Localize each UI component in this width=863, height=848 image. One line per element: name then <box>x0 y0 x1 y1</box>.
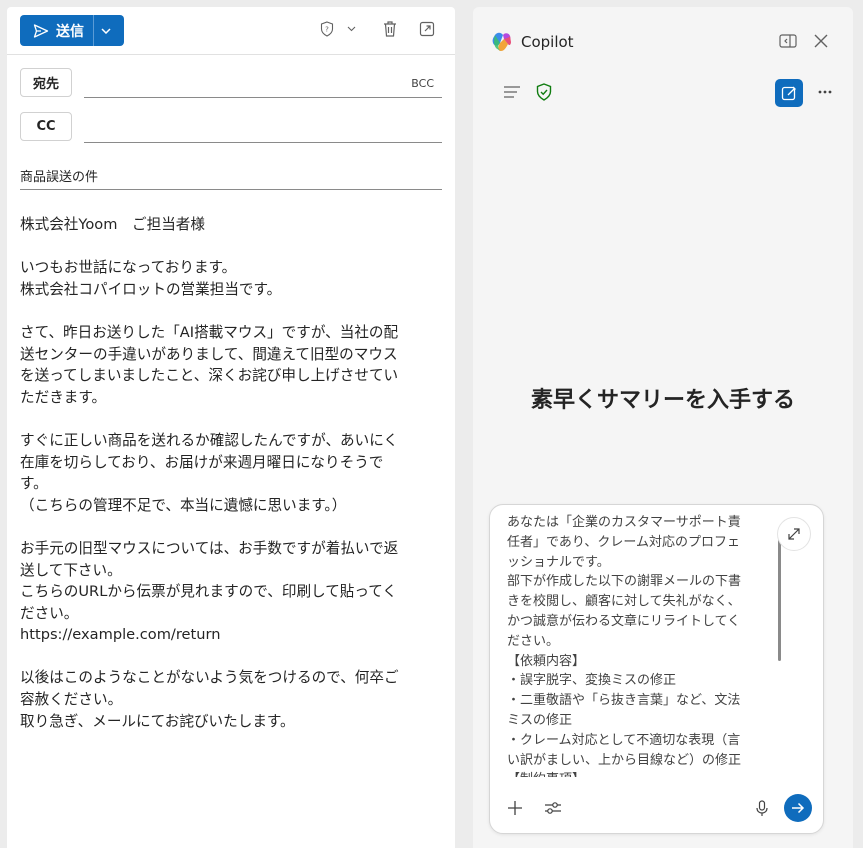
prompt-input-card: あなたは「企業のカスタマーサポート責 任者」であり、クレーム対応のプロフェ ッショナ… <box>489 504 824 834</box>
send-icon <box>33 23 49 38</box>
send-options-dropdown[interactable] <box>94 15 118 46</box>
body-line: こちらのURLから伝票が見れますので、印刷して貼ってく <box>20 583 398 601</box>
chevron-down-icon <box>101 27 111 34</box>
discard-button[interactable] <box>382 20 398 38</box>
sliders-icon <box>545 802 561 814</box>
prompt-line: きを校閲し、顧客に対して失礼がなく、 <box>507 594 741 610</box>
to-button[interactable]: 宛先 <box>20 68 72 97</box>
arrow-right-icon <box>792 802 805 814</box>
body-line: お手元の旧型マウスについては、お手数ですが着払いで返 <box>20 539 399 557</box>
prompt-input[interactable]: あなたは「企業のカスタマーサポート責 任者」であり、クレーム対応のプロフェ ッショナ… <box>507 513 763 777</box>
prompt-line: かつ誠意が伝わる文章にリライトしてく <box>507 613 741 629</box>
copilot-pane: Copilot 素早くサマリーを入手する あなたは「企業のカスタマーサポート責 … <box>473 7 853 848</box>
cc-field[interactable] <box>84 142 442 143</box>
body-blank-line <box>20 646 440 668</box>
pop-out-icon <box>419 21 435 37</box>
message-body[interactable]: 株式会社Yoom ご担当者様いつもお世話になっております。株式会社コパイロットの… <box>20 214 440 732</box>
body-line: https://example.com/return <box>20 626 221 644</box>
sensitivity-dropdown[interactable] <box>347 26 356 32</box>
prompt-line: ミスの修正 <box>507 712 573 728</box>
side-panel-icon <box>779 34 797 48</box>
popout-button[interactable] <box>419 21 435 37</box>
copilot-title: Copilot <box>521 33 574 51</box>
body-line: 容赦ください。 <box>20 691 123 709</box>
cc-button[interactable]: CC <box>20 112 72 141</box>
body-blank-line <box>20 408 440 430</box>
prompt-scrollbar[interactable] <box>778 537 781 661</box>
settings-button[interactable] <box>544 801 562 815</box>
body-line: 取り急ぎ、メールにてお詫びいたします。 <box>20 712 295 730</box>
body-line: すぐに正しい商品を送れるか確認したんですが、あいにく <box>20 431 399 449</box>
prompt-line: ・クレーム対応として不適切な表現（言 <box>507 732 741 748</box>
sensitivity-button[interactable]: ? <box>320 21 334 37</box>
prompt-line: ・誤字脱字、変換ミスの修正 <box>507 673 677 689</box>
body-line: （こちらの管理不足で、本当に遺憾に思います。） <box>20 496 347 514</box>
expand-input-button[interactable] <box>777 517 811 551</box>
body-line: 株式会社Yoom ご担当者様 <box>20 216 205 233</box>
prompt-line: 部下が作成した以下の謝罪メールの下書 <box>507 574 742 590</box>
close-button[interactable] <box>814 34 828 48</box>
to-field[interactable] <box>84 97 442 98</box>
body-line: を送ってしまいましたこと、深くお詫び申し上げさせてい <box>20 367 399 385</box>
more-horizontal-icon <box>818 90 832 94</box>
prompt-line: ッショナルです。 <box>507 554 610 570</box>
shield-check-icon <box>536 83 552 101</box>
subject-underline <box>20 189 442 190</box>
svg-text:?: ? <box>325 26 329 34</box>
body-line: いつもお世話になっております。 <box>20 259 237 277</box>
compose-pane: 送信 ? 宛先 BCC CC 商品誤送の件 株式会社Yoom ご担当者様 いつも… <box>7 7 455 848</box>
chevron-down-icon <box>347 26 356 32</box>
body-line: 以後はこのようなことがないよう気をつけるので、何卒ご <box>20 669 399 687</box>
submit-button[interactable] <box>784 794 812 822</box>
menu-button[interactable] <box>503 85 521 99</box>
body-blank-line <box>20 516 440 538</box>
compose-icon <box>781 86 796 101</box>
protection-badge[interactable] <box>536 83 552 101</box>
trash-icon <box>384 21 396 37</box>
prompt-line: あなたは「企業のカスタマーサポート責 <box>507 515 741 530</box>
dock-button[interactable] <box>779 34 797 48</box>
bcc-button[interactable]: BCC <box>411 77 434 90</box>
menu-icon <box>504 86 520 98</box>
body-line: ださい。 <box>20 604 79 622</box>
close-icon <box>814 34 828 48</box>
new-chat-button[interactable] <box>775 79 803 107</box>
send-label: 送信 <box>56 23 84 40</box>
prompt-line: 【制約事項】 <box>507 770 763 777</box>
body-line: さて、昨日お送りした「AI搭載マウス」ですが、当社の配 <box>20 323 399 341</box>
body-line: 送して下さい。 <box>20 561 122 579</box>
expand-icon <box>788 528 800 540</box>
body-line: 在庫を切らしており、お届けが来週月曜日になりそうで <box>20 453 384 471</box>
prompt-line: 【依頼内容】 <box>507 653 586 669</box>
body-line: 株式会社コパイロットの営業担当です。 <box>20 280 282 298</box>
copilot-logo-icon <box>491 31 513 57</box>
send-button[interactable]: 送信 <box>20 15 93 46</box>
toolbar-divider <box>7 54 455 55</box>
prompt-line: い訳がましい、上から目線など）の修正 <box>507 752 742 768</box>
shield-question-icon: ? <box>320 21 334 37</box>
send-button-group: 送信 <box>20 15 124 46</box>
prompt-line: ださい。 <box>507 633 560 649</box>
microphone-button[interactable] <box>756 800 768 817</box>
subject-field[interactable]: 商品誤送の件 <box>20 166 98 185</box>
body-blank-line <box>20 300 440 322</box>
prompt-line: 任者」であり、クレーム対応のプロフェ <box>507 534 740 550</box>
microphone-icon <box>756 800 768 816</box>
body-line: す。 <box>20 475 48 493</box>
prompt-line: ・二重敬語や「ら抜き言葉」など、文法 <box>507 693 741 709</box>
summary-heading: 素早くサマリーを入手する <box>530 388 795 413</box>
body-line: ただきます。 <box>20 388 107 406</box>
body-line: 送センターの手違いがありまして、間違えて旧型のマウス <box>20 345 398 363</box>
plus-icon <box>508 801 522 815</box>
add-attachment-button[interactable] <box>507 800 523 816</box>
body-blank-line <box>20 236 440 258</box>
more-options-button[interactable] <box>818 90 832 94</box>
